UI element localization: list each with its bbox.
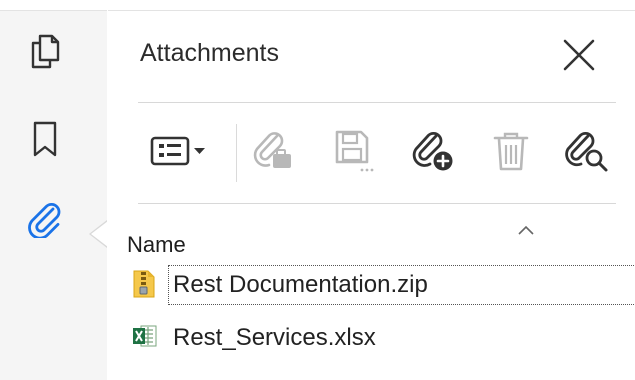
add-attachment-icon	[412, 128, 456, 174]
options-menu-button[interactable]	[146, 116, 216, 186]
add-attachment-button[interactable]	[408, 116, 460, 186]
list-item[interactable]: Rest Documentation.zip	[127, 265, 635, 305]
search-attachment-button[interactable]	[560, 116, 614, 186]
divider	[138, 203, 616, 204]
toolbar-separator	[236, 124, 237, 182]
delete-attachment-button[interactable]	[486, 116, 536, 186]
divider	[138, 102, 616, 103]
attachments-button[interactable]	[26, 200, 64, 238]
file-name: Rest Documentation.zip	[173, 271, 428, 298]
save-attachment-button[interactable]	[328, 116, 380, 186]
file-name: Rest_Services.xlsx	[173, 324, 376, 351]
zip-file-icon	[132, 269, 156, 299]
open-attachment-button[interactable]	[250, 116, 300, 186]
paperclip-icon	[26, 200, 64, 238]
panel-title: Attachments	[140, 39, 279, 67]
bookmark-icon	[26, 120, 64, 158]
pages-icon	[26, 32, 64, 70]
name-column-header[interactable]: Name	[127, 232, 186, 258]
pages-button[interactable]	[26, 32, 64, 70]
close-button[interactable]	[560, 36, 598, 74]
open-attachment-icon	[253, 128, 297, 174]
delete-attachment-icon	[491, 129, 531, 173]
close-icon	[560, 36, 598, 74]
sort-ascending-icon	[518, 222, 534, 240]
attachments-toolbar	[138, 116, 628, 186]
bookmarks-button[interactable]	[26, 120, 64, 158]
options-menu-icon	[150, 136, 212, 166]
save-attachment-icon	[332, 128, 376, 174]
search-attachment-icon	[564, 128, 610, 174]
list-item[interactable]: Rest_Services.xlsx	[127, 318, 635, 354]
excel-file-icon	[132, 322, 157, 352]
